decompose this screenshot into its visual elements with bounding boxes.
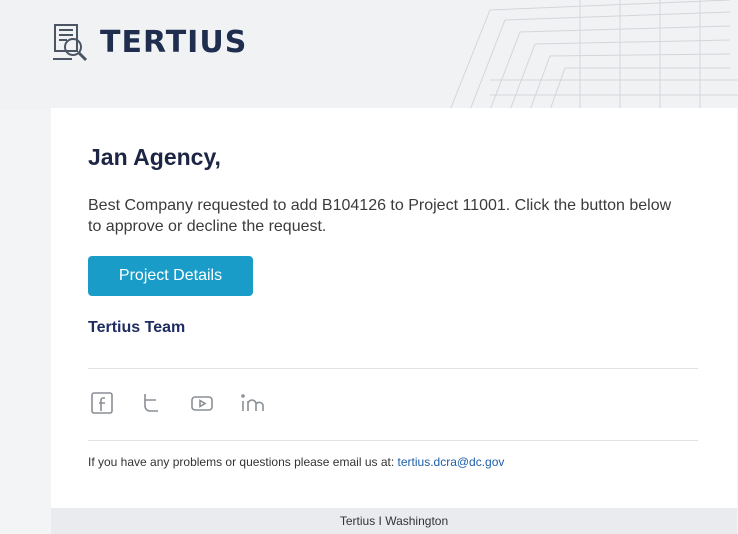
divider [88,368,698,369]
footer-bar: Tertius I Washington [51,508,737,534]
building-illustration [449,0,738,110]
support-prompt: If you have any problems or questions pl… [88,455,398,469]
footer-location: Tertius I Washington [339,514,449,528]
project-details-button[interactable]: Project Details [88,256,253,296]
signature: Tertius Team [88,319,186,336]
email-header: TERTIUS [0,0,738,110]
linkedin-icon[interactable] [238,389,266,417]
support-note: If you have any problems or questions pl… [88,455,504,469]
building-magnifier-icon [53,24,88,62]
email-card: Jan Agency, Best Company requested to ad… [51,108,737,508]
facebook-icon[interactable] [88,389,116,417]
divider [88,440,698,441]
youtube-icon[interactable] [188,389,216,417]
request-message: Best Company requested to add B104126 to… [88,197,672,235]
brand-name: TERTIUS [100,24,248,60]
support-email-link[interactable]: tertius.dcra@dc.gov [398,455,505,469]
social-links [88,388,266,418]
greeting-heading: Jan Agency, [88,144,221,170]
brand-logo[interactable]: TERTIUS [50,20,247,64]
twitter-icon[interactable] [138,389,166,417]
